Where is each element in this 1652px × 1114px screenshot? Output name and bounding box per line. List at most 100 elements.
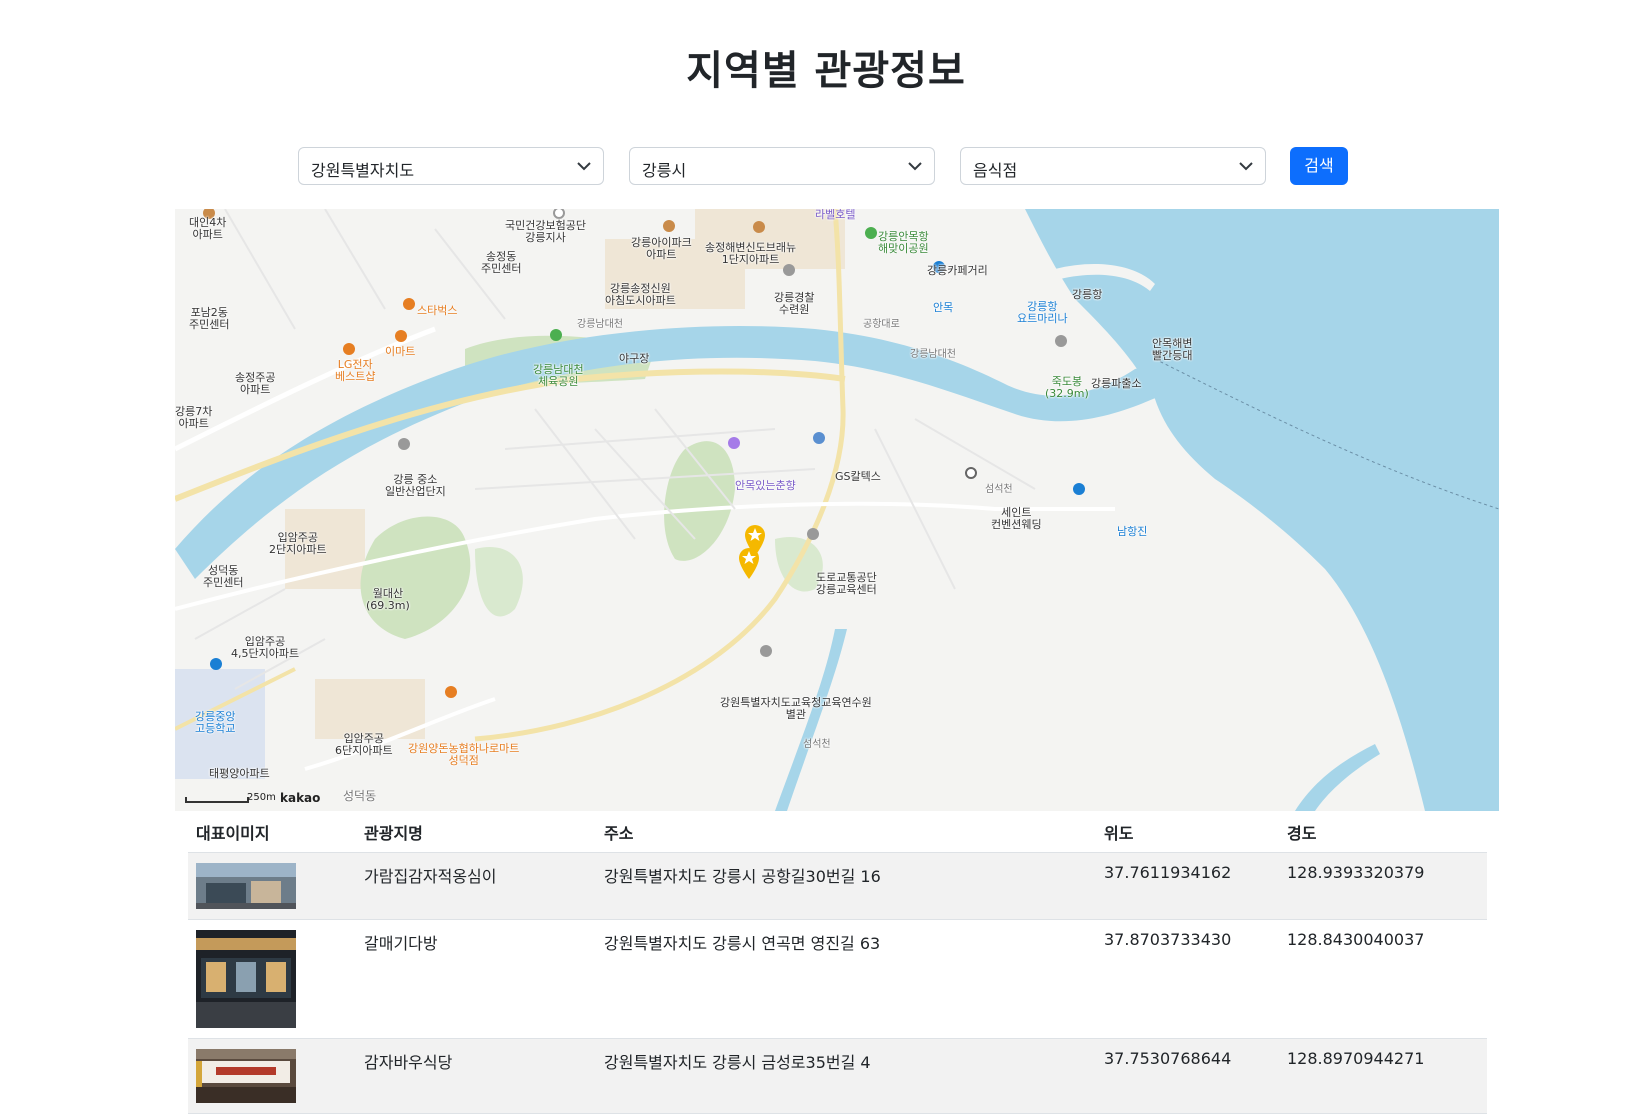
map-label: 강원양돈농협하나로마트 성덕점 [408,742,520,767]
table-row[interactable]: 감자바우식당 강원특별자치도 강릉시 금성로35번길 4 37.75307686… [188,1038,1487,1114]
map-label: 성덕동 주민센터 [203,564,244,589]
table-cell-image [188,852,356,920]
map-label: 강릉7차 아파트 [175,405,213,430]
chevron-down-icon [908,162,922,171]
map-road-label: 강릉남대천 [910,349,956,360]
map-label: 강릉아이파크 아파트 [631,236,692,261]
page-title: 지역별 관광정보 [686,48,966,94]
poi-police-icon [1055,335,1067,347]
column-header-image: 대표이미지 [188,812,356,853]
chevron-down-icon [1239,162,1253,171]
table-cell-longitude: 128.8970944271 [1279,1038,1487,1114]
map-label: 국민건강보험공단 강릉지사 [505,219,586,244]
table-cell-address: 강원특별자치도 강릉시 공항길30번길 16 [596,852,1096,920]
province-select-value: 강원특별자치도 [311,161,415,180]
map-label: 야구장 [619,352,650,365]
column-header-address: 주소 [596,812,1096,853]
map-label: 강릉남대천 체육공원 [533,363,584,388]
city-select-value: 강릉시 [642,161,687,180]
map-label: 세인트 컨벤션웨딩 [991,506,1042,531]
cafe-night-photo[interactable] [196,930,296,1028]
category-select[interactable]: 음식점 [960,147,1266,185]
map-label: 입암주공 4,5단지아파트 [231,635,300,660]
table-cell-longitude: 128.8430040037 [1279,919,1487,1039]
map-label: 강릉안목항 해맞이공원 [878,230,929,255]
poi-food-icon [728,437,740,449]
poi-apartment-icon [663,220,675,232]
column-header-latitude: 위도 [1096,812,1279,853]
map-label: 강릉항 [1072,288,1103,301]
table-cell-name: 가람집감자적옹심이 [356,852,596,920]
map-label: 대인4차 아파트 [189,216,227,241]
city-select[interactable]: 강릉시 [629,147,935,185]
poi-beach-icon [1073,483,1085,495]
map-road-label: 섬석천 [985,484,1013,495]
map-label: 안목있는춘향 [735,479,796,492]
poi-wedding-icon [965,467,977,479]
poi-apartment-icon [753,221,765,233]
poi-gas-station-icon [813,432,825,444]
map-label: 강릉 중소 일반산업단지 [385,473,446,498]
map-label: 입암주공 2단지아파트 [269,531,327,556]
search-button[interactable]: 검색 [1290,147,1348,185]
chevron-down-icon [577,162,591,171]
map-label: 도로교통공단 강릉교육센터 [816,571,877,596]
map-label: 강릉송정신원 아침도시아파트 [605,282,676,307]
poi-building-icon [760,645,772,657]
table-header-row: 대표이미지 관광지명 주소 위도 경도 [188,812,1487,853]
restaurant-exterior-photo[interactable] [196,863,296,909]
table-row[interactable]: 가람집감자적옹심이 강원특별자치도 강릉시 공항길30번길 16 37.7611… [188,852,1487,920]
map-label: 성덕동 [343,789,377,803]
map-label: 안목 [933,301,954,314]
map-label: 강릉파출소 [1091,377,1142,390]
map-label: 입암주공 6단지아파트 [335,732,393,757]
map-road-label: 섬석천 [803,739,831,750]
table-cell-latitude: 37.8703733430 [1096,919,1279,1039]
table-row[interactable]: 갈매기다방 강원특별자치도 강릉시 연곡면 영진길 63 37.87037334… [188,919,1487,1039]
column-header-longitude: 경도 [1279,812,1487,853]
table-cell-name: 갈매기다방 [356,919,596,1039]
map-label: 죽도봉 (32.9m) [1045,375,1089,400]
table-cell-image [188,1038,356,1114]
kakao-logo: kakao [280,791,321,805]
map-label: 송정해변신도브래뉴 1단지아파트 [705,241,797,266]
map-label: 남항진 [1117,525,1148,538]
poi-mart-icon [445,686,457,698]
table-cell-latitude: 37.7611934162 [1096,852,1279,920]
map-label: 스타벅스 [417,304,458,317]
map-label: LG전자 베스트샵 [335,358,376,383]
map-label: 이마트 [385,345,416,358]
map-label: 라벨호텔 [815,209,856,221]
map-label: 강릉경찰 수련원 [774,291,815,316]
table-cell-name: 감자바우식당 [356,1038,596,1114]
map-scale-label: 250m [247,792,276,803]
map-label: 태평양아파트 [209,767,270,780]
column-header-name: 관광지명 [356,812,596,853]
map-label: 안목해변 빨간등대 [1152,337,1193,362]
poi-industrial-icon [398,438,410,450]
map-label: 포남2동 주민센터 [189,306,230,331]
map-label: 송정동 주민센터 [481,250,522,275]
poi-starbucks-icon [403,298,415,310]
map-road-label: 공항대로 [863,319,900,330]
map-label: GS칼텍스 [835,470,881,483]
poi-shop-icon [343,343,355,355]
map-label: 송정주공 아파트 [235,371,276,396]
map-view[interactable]: 대인4차 아파트 국민건강보험공단 강릉지사 송정동 주민센터 강릉아이파크 아파트 송… [175,209,1499,811]
table-cell-image [188,919,356,1039]
map-label: 강릉카페거리 [927,264,988,277]
map-marker-star-icon[interactable] [737,546,761,580]
table-cell-latitude: 37.7530768644 [1096,1038,1279,1114]
poi-mart-icon [395,330,407,342]
poi-park-icon [865,227,877,239]
poi-school-icon [210,658,222,670]
map-scale-bar [185,797,249,803]
table-cell-longitude: 128.9393320379 [1279,852,1487,920]
map-road-label: 강릉남대천 [577,319,623,330]
map-label: 월대산 (69.3m) [366,587,410,612]
results-table: 대표이미지 관광지명 주소 위도 경도 가람집감자적옹심이 강원특별자치도 강릉… [188,812,1487,1114]
table-cell-address: 강원특별자치도 강릉시 금성로35번길 4 [596,1038,1096,1114]
province-select[interactable]: 강원특별자치도 [298,147,604,185]
restaurant-signboard-photo[interactable] [196,1049,296,1103]
table-cell-address: 강원특별자치도 강릉시 연곡면 영진길 63 [596,919,1096,1039]
